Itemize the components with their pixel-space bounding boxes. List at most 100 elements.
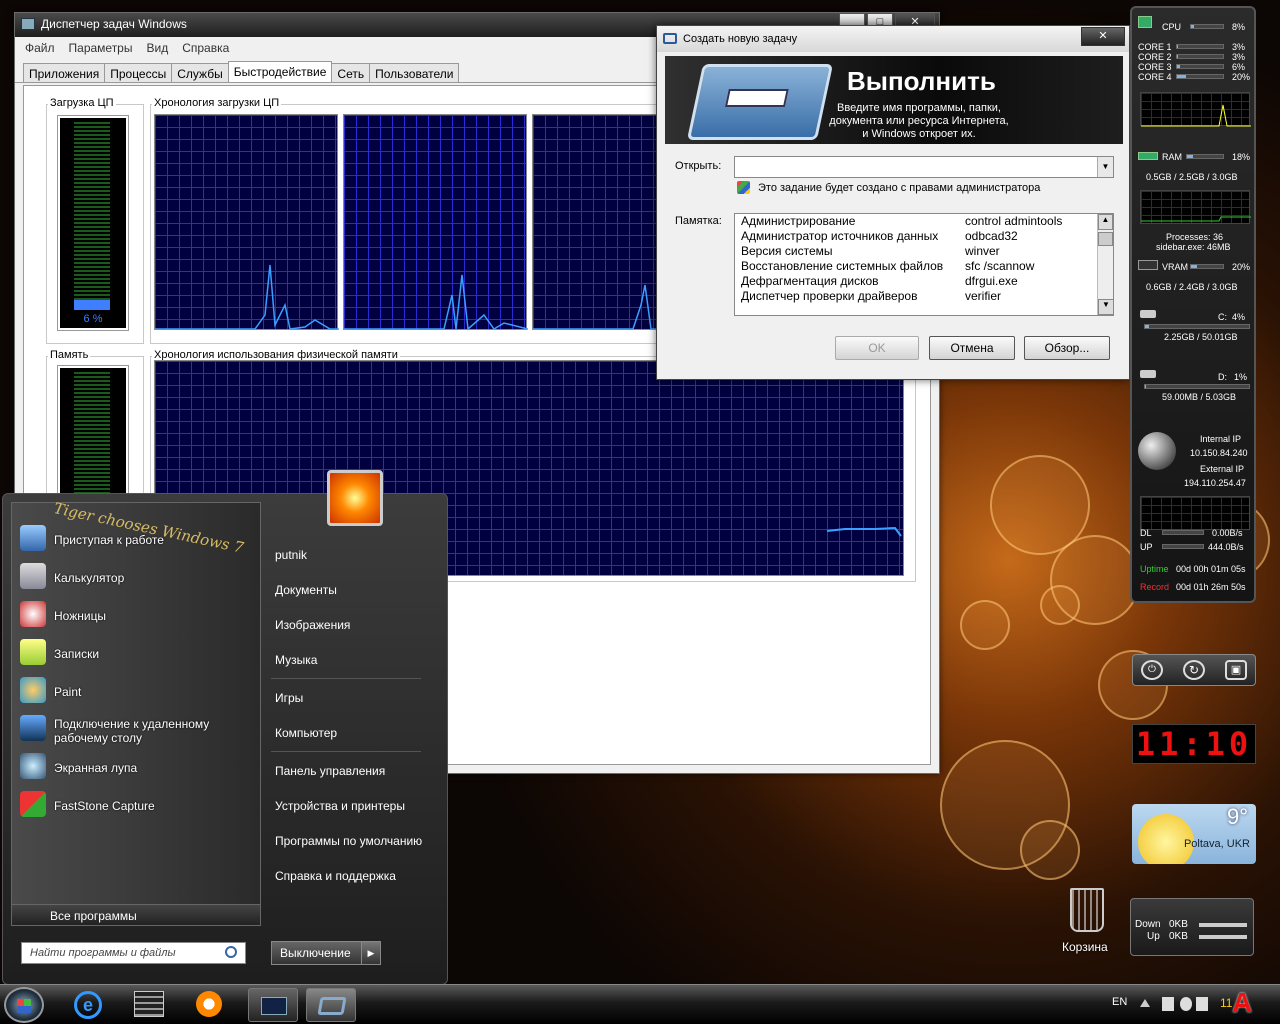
taskbar-run-dialog[interactable]	[306, 988, 356, 1022]
ram-label: RAM	[1162, 152, 1182, 162]
place-games[interactable]: Игры	[275, 691, 303, 705]
start-menu: Tiger chooses Windows 7 Приступая к рабо…	[2, 470, 448, 985]
program-faststone-capture[interactable]: FastStone Capture	[54, 799, 155, 813]
open-combobox[interactable]: ▼	[734, 156, 1114, 178]
place-default-programs[interactable]: Программы по умолчанию	[275, 834, 422, 848]
list-item[interactable]: Диспетчер проверки драйверов verifier	[735, 289, 1113, 304]
program-calculator[interactable]: Калькулятор	[54, 571, 124, 585]
tab-network[interactable]: Сеть	[331, 63, 371, 82]
power-gadget: ⏻ ↻ ▣	[1132, 654, 1256, 686]
network-tray-icon[interactable]	[1162, 997, 1174, 1011]
drive-d-detail: 59.00MB / 5.03GB	[1162, 392, 1237, 402]
program-sticky-notes[interactable]: Записки	[54, 647, 99, 661]
scroll-up-icon[interactable]: ▲	[1098, 214, 1113, 230]
search-icon[interactable]	[225, 946, 237, 958]
volume-icon[interactable]	[1196, 997, 1208, 1011]
menu-options[interactable]: Параметры	[69, 41, 133, 55]
taskbar-clock[interactable]: 11	[1220, 996, 1232, 1010]
download-bar	[1162, 530, 1204, 535]
program-magnifier[interactable]: Экранная лупа	[54, 761, 137, 775]
list-item[interactable]: Дефрагментация дисков dfrgui.exe	[735, 274, 1113, 289]
list-item[interactable]: Восстановление системных файлов sfc /scan…	[735, 259, 1113, 274]
media-center-icon[interactable]	[134, 991, 164, 1017]
open-dropdown-arrow-icon[interactable]: ▼	[1097, 157, 1113, 177]
place-control-panel[interactable]: Панель управления	[275, 764, 385, 778]
uptime-value: 00d 00h 01m 05s	[1176, 564, 1246, 574]
scroll-thumb[interactable]	[1098, 232, 1113, 246]
memo-scrollbar[interactable]: ▲ ▼	[1097, 214, 1114, 315]
scroll-down-icon[interactable]: ▼	[1098, 299, 1114, 315]
place-documents[interactable]: Документы	[275, 583, 337, 597]
record-label: Record	[1140, 582, 1170, 592]
run-close-button[interactable]: ✕	[1081, 27, 1125, 46]
tab-performance[interactable]: Быстродействие	[227, 61, 333, 82]
ram-value: 18%	[1232, 152, 1251, 162]
language-indicator[interactable]: EN	[1112, 996, 1127, 1008]
program-paint[interactable]: Paint	[54, 685, 81, 699]
cpu-value: 8%	[1232, 22, 1246, 32]
external-ip-label: External IP	[1200, 464, 1245, 474]
memo-list[interactable]: Администрирование control admintools Адми…	[734, 213, 1114, 316]
start-menu-programs: Tiger chooses Windows 7 Приступая к рабо…	[11, 499, 261, 922]
core3-bar	[1176, 64, 1224, 69]
getting-started-icon	[20, 525, 46, 551]
shutdown-options-arrow-icon[interactable]: ▶	[361, 941, 381, 965]
place-devices-printers[interactable]: Устройства и принтеры	[275, 799, 405, 813]
place-computer[interactable]: Компьютер	[275, 726, 337, 740]
browse-button[interactable]: Обзор...	[1024, 336, 1110, 360]
action-center-icon[interactable]	[1180, 997, 1192, 1011]
hard-drive-c-icon	[1140, 310, 1156, 318]
start-button[interactable]	[4, 987, 44, 1023]
cancel-button[interactable]: Отмена	[929, 336, 1015, 360]
faststone-icon	[20, 791, 46, 817]
gpu-icon	[1138, 260, 1158, 270]
program-snipping-tool[interactable]: Ножницы	[54, 609, 106, 623]
place-help-support[interactable]: Справка и поддержка	[275, 869, 396, 883]
weather-gadget[interactable]: 9° Poltava, UKR	[1132, 804, 1256, 864]
program-remote-desktop[interactable]: Подключение к удаленному рабочему столу	[54, 717, 234, 745]
all-programs-button[interactable]: Все программы	[11, 904, 261, 926]
ram-detail: 0.5GB / 2.5GB / 3.0GB	[1146, 172, 1238, 182]
upload-value: 444.0B/s	[1208, 542, 1244, 552]
lock-icon[interactable]: ▣	[1225, 660, 1247, 680]
tab-services[interactable]: Службы	[171, 63, 229, 82]
remote-desktop-icon	[20, 715, 46, 741]
place-user[interactable]: putnik	[275, 548, 307, 562]
core4-value: 20%	[1232, 72, 1251, 82]
menu-file[interactable]: Файл	[25, 41, 55, 55]
tab-applications[interactable]: Приложения	[23, 63, 106, 82]
menu-view[interactable]: Вид	[146, 41, 168, 55]
ok-button[interactable]: OK	[835, 336, 919, 360]
menu-help[interactable]: Справка	[182, 41, 229, 55]
taskbar-task-manager[interactable]	[248, 988, 298, 1022]
core1-value: 3%	[1232, 42, 1246, 52]
tab-users[interactable]: Пользователи	[369, 63, 460, 82]
upload-label: UP	[1140, 542, 1153, 552]
paint-icon	[20, 677, 46, 703]
internet-explorer-icon[interactable]: e	[74, 991, 102, 1019]
show-hidden-icons-icon[interactable]	[1140, 999, 1150, 1007]
recycle-bin-icon[interactable]	[1070, 888, 1104, 932]
cpu-usage-label: Загрузка ЦП	[48, 97, 116, 109]
place-music[interactable]: Музыка	[275, 653, 317, 667]
globe-icon	[1138, 432, 1176, 470]
restart-icon[interactable]: ↻	[1183, 660, 1205, 680]
list-item[interactable]: Администратор источников данных odbcad32	[735, 229, 1113, 244]
user-avatar[interactable]	[327, 470, 383, 526]
internal-ip-label: Internal IP	[1200, 434, 1242, 444]
search-input[interactable]: Найти программы и файлы	[21, 942, 246, 964]
recycle-bin-label[interactable]: Корзина	[1062, 940, 1108, 954]
list-item[interactable]: Версия системы winver	[735, 244, 1113, 259]
list-item[interactable]: Администрирование control admintools	[735, 214, 1113, 229]
power-icon[interactable]: ⏻	[1141, 660, 1163, 680]
tab-processes[interactable]: Процессы	[104, 63, 173, 82]
calculator-icon	[20, 563, 46, 589]
place-pictures[interactable]: Изображения	[275, 618, 350, 632]
core2-bar	[1176, 54, 1224, 59]
run-dialog-titlebar[interactable]: Создать новую задачу ✕	[657, 26, 1129, 52]
run-large-icon	[686, 64, 834, 140]
program-getting-started[interactable]: Приступая к работе	[54, 533, 164, 547]
cpu-chip-icon	[1138, 16, 1152, 28]
media-player-icon[interactable]	[196, 991, 222, 1017]
core1-bar	[1176, 44, 1224, 49]
